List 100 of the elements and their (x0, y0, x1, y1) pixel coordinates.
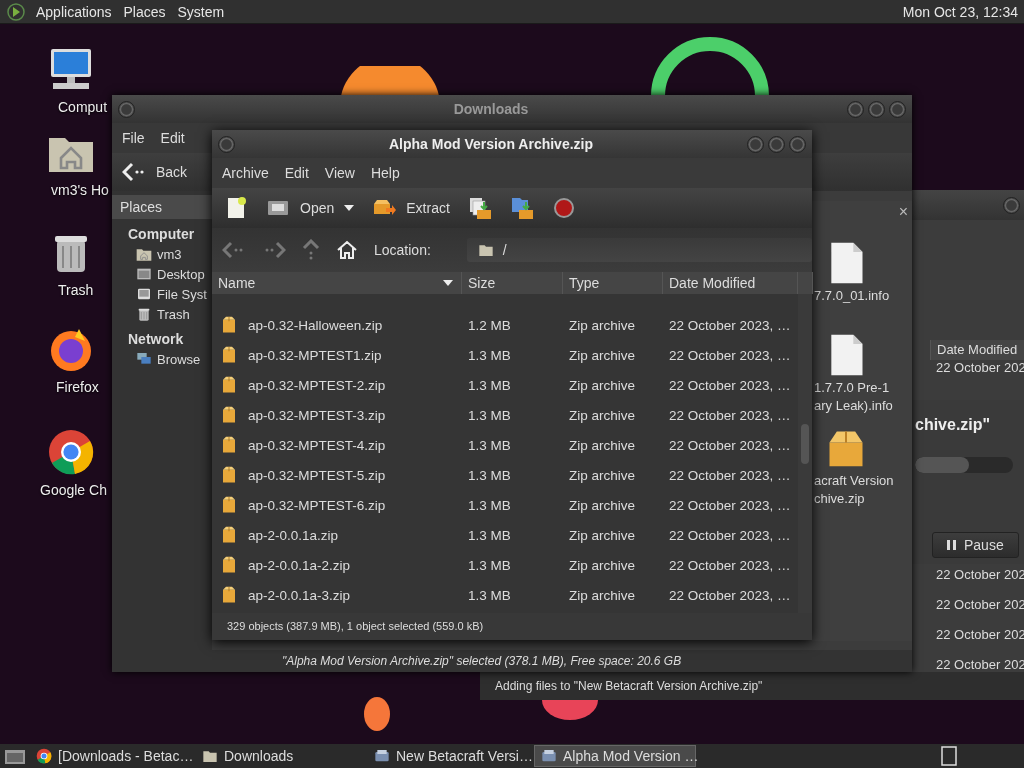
file-name[interactable]: ap-0.32-Halloween.zip (248, 317, 383, 333)
table-cell-text: Zip archive (568, 557, 637, 573)
window-control-button[interactable] (747, 135, 764, 153)
location-field[interactable]: / (466, 238, 812, 262)
table-cell-text: 22 October 2023, … (668, 407, 792, 423)
file-name[interactable]: 7.7.0_01.info (812, 288, 890, 303)
table-cell-text: Zip archive (568, 587, 637, 603)
sidebar-item[interactable]: Trash (157, 306, 190, 322)
show-desktop-icon[interactable] (4, 747, 26, 765)
close-icon[interactable]: × (898, 203, 908, 221)
folder-icon (476, 242, 495, 258)
sidebar-item[interactable]: vm3 (157, 246, 182, 262)
back-arrow-icon[interactable] (122, 162, 146, 182)
file-name[interactable]: ap-2-0.0.1a.zip (248, 527, 339, 543)
desktop-icon-label[interactable]: Firefox (30, 379, 99, 395)
toolbar-button[interactable]: Extract (406, 200, 450, 216)
zip-file-icon (220, 466, 238, 484)
table-cell-text: 1.3 MB (467, 437, 512, 453)
panel-menu[interactable]: Places (117, 3, 172, 20)
up-arrow-icon[interactable] (302, 239, 320, 261)
zip-file-icon (220, 556, 238, 574)
window-control-button[interactable] (889, 100, 906, 118)
zip-file-icon (220, 346, 238, 364)
zip-file-icon (220, 436, 238, 454)
toolbar-button[interactable]: Open (300, 200, 335, 216)
sidebar-item[interactable]: Browse (157, 351, 201, 367)
file-name[interactable]: ap-0.32-MPTEST1.zip (248, 347, 382, 363)
window-title: Downloads (452, 101, 530, 117)
status-bar: Adding files to "New Betacraft Version Archive.zip" (480, 672, 1024, 700)
file-name[interactable]: ary Leak).info (812, 398, 893, 413)
pause-icon (947, 540, 956, 550)
window-control-button[interactable] (847, 100, 864, 118)
taskbar-button[interactable]: Alpha Mod Version … (534, 745, 696, 767)
back-button[interactable]: Back (156, 164, 188, 180)
window-control-button[interactable] (868, 100, 885, 118)
chrome-icon (36, 748, 52, 764)
menu-item[interactable]: File (114, 130, 153, 146)
table-cell-text: 22 October 2023, … (668, 347, 792, 363)
home-icon[interactable] (336, 240, 358, 260)
sidebar-item[interactable]: File Syst (157, 286, 207, 302)
taskbar-button[interactable]: Downloads (196, 745, 358, 767)
sidebar-header[interactable]: Places (112, 195, 212, 219)
file-name[interactable]: acraft Version (812, 473, 894, 488)
column-header[interactable]: Date Modified (930, 340, 1024, 360)
sidebar-heading: Network (127, 330, 185, 349)
menu-item[interactable]: Edit (276, 165, 317, 181)
scrollbar[interactable] (798, 294, 812, 613)
panel-menu[interactable]: System (171, 3, 231, 20)
table-cell-text: 1.2 MB (467, 317, 512, 333)
file-name[interactable]: ap-0.32-MPTEST-4.zip (248, 437, 386, 453)
taskbar-button[interactable]: [Downloads - Betac… (30, 745, 192, 767)
table-cell-text: 1.3 MB (467, 407, 512, 423)
zip-file-icon (220, 586, 238, 604)
sidebar-heading: Computer (127, 225, 196, 244)
workspace-switcher-icon[interactable] (940, 746, 960, 766)
table-cell-text: 22 October 2023, … (668, 317, 792, 333)
pause-button[interactable]: Pause (932, 532, 1019, 558)
menu-item[interactable]: Archive (214, 165, 277, 181)
sidebar-item[interactable]: Desktop (157, 266, 205, 282)
file-name[interactable]: ap-0.32-MPTEST-6.zip (248, 497, 386, 513)
table-cell-text: 1.3 MB (467, 467, 512, 483)
window-control-button[interactable] (789, 135, 806, 153)
archive-manager-icon (541, 748, 557, 764)
trash-icon (136, 306, 152, 322)
drive-icon (136, 286, 152, 302)
table-cell-text: 22 October 2023, … (668, 557, 792, 573)
sort-caret-icon (443, 280, 453, 286)
panel-menu[interactable]: Applications (30, 3, 118, 20)
file-name[interactable]: ap-0.32-MPTEST-5.zip (248, 467, 386, 483)
folder-icon (202, 748, 218, 764)
table-cell-text: 22 October 2023, … (668, 587, 792, 603)
file-name[interactable]: ap-2-0.0.1a-3.zip (248, 587, 351, 603)
menu-item[interactable]: Edit (152, 130, 193, 146)
menu-item[interactable]: Help (362, 165, 408, 181)
desktop-icon-label[interactable]: vm3's Ho (30, 182, 109, 198)
location-label: Location: (374, 242, 431, 258)
desktop-icon-label[interactable]: Trash (30, 282, 94, 298)
taskbar-button[interactable]: New Betacraft Versi… (368, 745, 530, 767)
zip-file-icon (220, 376, 238, 394)
table-cell-text: Zip archive (568, 377, 637, 393)
desktop-icon-label[interactable]: Google Ch (30, 482, 107, 498)
launcher-icon[interactable] (6, 1, 26, 22)
zip-file-icon (220, 496, 238, 514)
file-name[interactable]: chive.zip (812, 491, 865, 506)
home-folder-icon (136, 246, 152, 262)
chrome-icon (47, 428, 95, 476)
file-name[interactable]: ap-0.32-MPTEST-3.zip (248, 407, 386, 423)
file-name[interactable]: ap-2-0.0.1a-2.zip (248, 557, 351, 573)
archive-manager-icon (374, 748, 390, 764)
desktop-icon-label[interactable]: Comput (30, 99, 108, 115)
window-control-button[interactable] (768, 135, 785, 153)
window-control-button[interactable] (218, 135, 235, 153)
dropdown-caret-icon[interactable] (344, 205, 355, 211)
clock[interactable]: Mon Oct 23, 12:34 (902, 3, 1024, 20)
file-name[interactable]: 1.7.7.0 Pre-1 (812, 380, 890, 395)
file-name[interactable]: ap-0.32-MPTEST-2.zip (248, 377, 386, 393)
table-cell-text: Zip archive (568, 317, 637, 333)
window-control-button[interactable] (118, 100, 135, 118)
menu-item[interactable]: View (316, 165, 363, 181)
window-control-button[interactable] (1003, 196, 1020, 214)
